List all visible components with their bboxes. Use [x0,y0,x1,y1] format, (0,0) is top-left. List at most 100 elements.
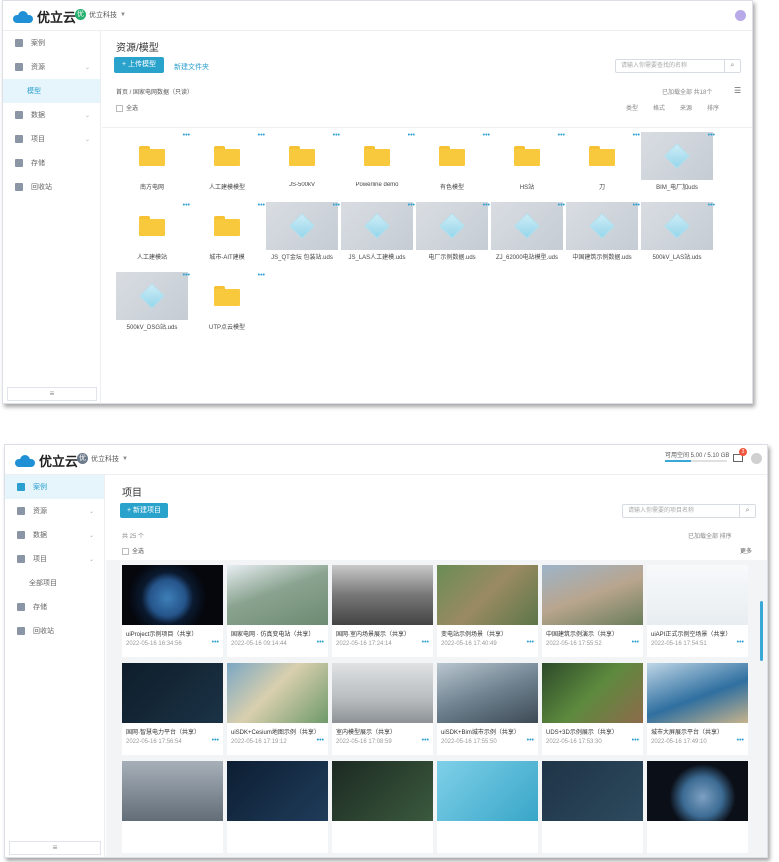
brand-logo[interactable]: 优立云 [13,7,76,26]
avatar[interactable] [751,453,762,464]
more-dropdown[interactable]: 更多 [740,546,752,555]
project-card[interactable] [437,761,538,853]
folder-tile[interactable]: ••• HS站 [491,132,565,192]
project-card[interactable]: uiProject示例项目（共享） 2022-05-16 16:34:56 ••• [122,565,223,657]
project-switcher[interactable]: 优 优立科技 ▼ [75,9,126,20]
model-tile[interactable]: ••• JS_QT金坛 包装站.uds [266,202,340,262]
upload-model-button[interactable]: + 上传模型 [114,57,164,73]
sidebar-item-0[interactable]: 案例 [3,31,100,55]
project-card[interactable]: 国家电网 · 仿真变电站（共享） 2022-05-16 09:14:44 ••• [227,565,328,657]
folder-tile[interactable]: ••• 刀 [566,132,640,192]
project-card[interactable]: 国网·室内场景展示（共享） 2022-05-16 17:24:14 ••• [332,565,433,657]
sidebar-item-5[interactable]: 存储 [3,151,100,175]
sidebar-collapse-button[interactable]: ≡ [9,841,101,855]
folder-tile[interactable]: ••• 有色模型 [416,132,490,192]
sidebar-item-4[interactable]: 全部项目 [5,571,104,595]
sidebar-item-2[interactable]: 数据 ⌄ [5,523,104,547]
project-card[interactable] [332,761,433,853]
sidebar-item-5[interactable]: 存储 [5,595,104,619]
new-project-button[interactable]: + 新建项目 [120,503,168,518]
filter-1[interactable]: 格式 [653,103,665,112]
sidebar-item-1[interactable]: 资源 ⌄ [5,499,104,523]
project-card[interactable]: UDS+3D示例展示（共享） 2022-05-16 17:53:30 ••• [542,663,643,755]
more-icon[interactable]: ••• [527,639,534,646]
project-switcher[interactable]: 优 优立科技 ▼ [77,453,128,464]
search-input[interactable]: 请输入你需要查找的名称 ⌕ [615,59,741,73]
model-tile[interactable]: ••• 500kV_DSG站.uds [116,272,190,332]
sidebar-item-6[interactable]: 回收站 [3,175,100,199]
sidebar-collapse-button[interactable]: ≡ [7,387,97,401]
project-card[interactable] [227,761,328,853]
more-icon[interactable]: ••• [317,737,324,744]
model-tile[interactable]: ••• 500kV_LAS站.uds [641,202,715,262]
folder-tile[interactable]: ••• Powerline demo [341,132,415,192]
more-icon[interactable]: ••• [212,639,219,646]
project-card[interactable] [122,761,223,853]
project-card[interactable]: uiSDK+Cesium地图示例（共享） 2022-05-16 17:19:12 •… [227,663,328,755]
new-folder-button[interactable]: 新建文件夹 [174,62,209,72]
sidebar-item-3[interactable]: 数据 ⌄ [3,103,100,127]
more-icon[interactable]: ••• [408,202,415,209]
sidebar-item-2[interactable]: 模型 [3,79,100,103]
more-icon[interactable]: ••• [558,202,565,209]
more-icon[interactable]: ••• [212,737,219,744]
sidebar-item-3[interactable]: 项目 ⌄ [5,547,104,571]
more-icon[interactable]: ••• [183,132,190,139]
filter-3[interactable]: 排序 [707,103,719,112]
search-icon[interactable]: ⌕ [739,505,755,517]
project-card[interactable]: uiSDK+Bim城市示例（共享） 2022-05-16 17:55:50 ••• [437,663,538,755]
sidebar-item-6[interactable]: 回收站 [5,619,104,643]
sidebar-item-0[interactable]: 案例 [5,475,104,499]
folder-tile[interactable]: ••• JS-500kV [266,132,340,192]
folder-tile[interactable]: ••• 城市-AIT建模 [191,202,265,262]
more-icon[interactable]: ••• [183,272,190,279]
project-card[interactable]: 国网·智慧电力平台（共享） 2022-05-16 17:56:54 ••• [122,663,223,755]
filter-2[interactable]: 来源 [680,103,692,112]
model-tile[interactable]: ••• JS_LAS人工建模.uds [341,202,415,262]
more-icon[interactable]: ••• [333,132,340,139]
more-icon[interactable]: ••• [708,132,715,139]
folder-tile[interactable]: ••• 南方电网 [116,132,190,192]
more-icon[interactable]: ••• [258,202,265,209]
project-card[interactable] [542,761,643,853]
brand-logo[interactable]: 优立云 [15,451,78,470]
more-icon[interactable]: ••• [558,132,565,139]
more-icon[interactable]: ••• [633,132,640,139]
project-card[interactable]: 中国建筑示例演示（共享） 2022-05-16 17:55:52 ••• [542,565,643,657]
more-icon[interactable]: ••• [632,737,639,744]
project-card[interactable] [647,761,748,853]
folder-tile[interactable]: ••• 人工建模站 [116,202,190,262]
more-icon[interactable]: ••• [737,639,744,646]
select-all-checkbox[interactable]: 全选 [116,103,138,112]
more-icon[interactable]: ••• [527,737,534,744]
more-icon[interactable]: ••• [408,132,415,139]
folder-tile[interactable]: ••• UTP点云模型 [191,272,265,332]
project-card[interactable]: 变电站示例场景（共享） 2022-05-16 17:40:49 ••• [437,565,538,657]
model-tile[interactable]: ••• 中国建筑示例数据.uds [566,202,640,262]
more-icon[interactable]: ••• [333,202,340,209]
more-icon[interactable]: ••• [317,639,324,646]
more-icon[interactable]: ••• [258,132,265,139]
project-card[interactable]: 城市大屏展示平台（共享） 2022-05-16 17:49:10 ••• [647,663,748,755]
more-icon[interactable]: ••• [483,132,490,139]
model-tile[interactable]: ••• ZJ_62000电站模型.uds [491,202,565,262]
more-icon[interactable]: ••• [422,737,429,744]
load-info[interactable]: 已加载全部 排序 [688,531,732,540]
project-card[interactable]: uiAPI正式示例空场景（共享） 2022-05-16 17:54:51 ••• [647,565,748,657]
more-icon[interactable]: ••• [422,639,429,646]
more-icon[interactable]: ••• [708,202,715,209]
sidebar-item-1[interactable]: 资源 ⌄ [3,55,100,79]
list-view-icon[interactable]: ☰ [734,86,741,95]
breadcrumb[interactable]: 首页 / 国家电网数据（只读） [116,87,193,96]
model-tile[interactable]: ••• 电厂示例数据.uds [416,202,490,262]
select-all-checkbox[interactable]: 全选 [122,546,144,555]
filter-0[interactable]: 类型 [626,103,638,112]
more-icon[interactable]: ••• [258,272,265,279]
search-input[interactable]: 请输入你需要的项目名称 ⌕ [622,504,756,518]
project-card[interactable]: 室内模型展示（共享） 2022-05-16 17:08:59 ••• [332,663,433,755]
more-icon[interactable]: ••• [632,639,639,646]
sidebar-item-4[interactable]: 项目 ⌄ [3,127,100,151]
avatar[interactable] [735,10,746,21]
search-icon[interactable]: ⌕ [724,60,740,72]
folder-tile[interactable]: ••• 人工建模模型 [191,132,265,192]
